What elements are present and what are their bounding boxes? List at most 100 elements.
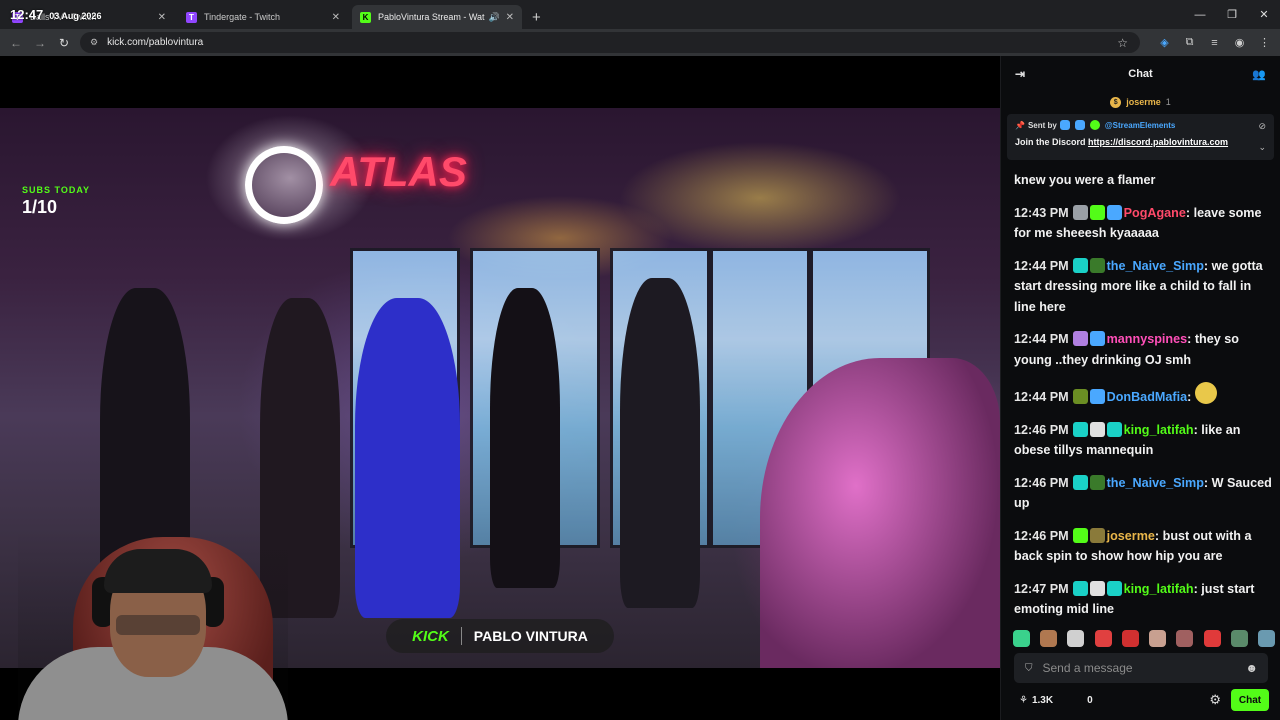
quick-emote-icon[interactable] bbox=[1257, 630, 1275, 647]
chat-settings-icon[interactable]: ⚙ bbox=[1209, 692, 1221, 708]
gift-coin-icon: $ bbox=[1110, 96, 1122, 108]
user-badge-icon bbox=[1072, 257, 1088, 273]
bookmark-star-icon[interactable]: ☆ bbox=[1117, 36, 1128, 50]
chat-message: 12:46 PM joserme: bust out with a back sp… bbox=[1014, 526, 1274, 567]
quick-emote-icon[interactable] bbox=[1149, 630, 1167, 647]
reload-icon[interactable]: ↻ bbox=[52, 36, 76, 50]
minimize-icon[interactable]: — bbox=[1184, 0, 1216, 29]
chat-footer: ⚘ 1.3K 0 ⚙ Chat bbox=[1001, 686, 1280, 714]
user-badge-icon bbox=[1072, 204, 1088, 220]
top-gifter-count: 1 bbox=[1165, 97, 1171, 107]
user-badge-icon bbox=[1089, 474, 1105, 490]
chat-send-button[interactable]: Chat bbox=[1231, 689, 1269, 711]
user-badge-icon bbox=[1072, 421, 1088, 437]
chat-message: 12:43 PM PogAgane: leave some for me shee… bbox=[1014, 203, 1274, 244]
quick-emote-icon[interactable] bbox=[1013, 630, 1030, 647]
user-badge-icon bbox=[1089, 257, 1105, 273]
message-username[interactable]: DonBadMafia bbox=[1107, 390, 1187, 404]
user-badge-icon bbox=[1089, 580, 1105, 596]
browser-tab-3-active[interactable]: K PabloVintura Stream - Wat 🔊 ✕ bbox=[352, 5, 522, 29]
chevron-down-icon[interactable]: ⌄ bbox=[1258, 142, 1266, 153]
channel-points[interactable]: 0 bbox=[1087, 695, 1093, 706]
subs-today-label: SUBS TODAY bbox=[22, 185, 91, 195]
message-username[interactable]: the_Naive_Simp bbox=[1107, 476, 1204, 490]
kebab-menu-icon[interactable]: ⋮ bbox=[1257, 36, 1272, 49]
maximize-icon[interactable]: ❐ bbox=[1216, 0, 1248, 29]
viewer-count: 1.3K bbox=[1031, 694, 1054, 706]
user-badge-icon bbox=[1072, 527, 1088, 543]
person-silhouette bbox=[490, 288, 560, 588]
message-time: 12:46 PM bbox=[1014, 528, 1069, 543]
browser-tab-2[interactable]: T Tindergate - Twitch ✕ bbox=[178, 5, 348, 29]
window-controls: — ❐ ✕ bbox=[1184, 0, 1280, 29]
message-username[interactable]: the_Naive_Simp bbox=[1107, 259, 1204, 273]
kick-favicon-icon: K bbox=[360, 11, 371, 23]
unpin-icon[interactable]: ⊘ bbox=[1258, 121, 1266, 132]
top-gifter-name: joserme bbox=[1126, 97, 1161, 107]
user-badge-icon bbox=[1072, 389, 1088, 404]
verified-icon bbox=[1089, 120, 1100, 130]
close-tab-icon[interactable]: ✕ bbox=[158, 12, 166, 23]
extension-icon[interactable]: ◈ bbox=[1157, 36, 1172, 49]
quick-emote-icon[interactable] bbox=[1203, 630, 1221, 647]
person-silhouette bbox=[355, 298, 460, 618]
chat-title: Chat bbox=[1128, 68, 1153, 80]
message-username[interactable]: joserme bbox=[1107, 529, 1155, 543]
pinned-message[interactable]: 📌 Sent by @StreamElements Join the Disco… bbox=[1007, 114, 1274, 160]
discord-link[interactable]: https://discord.pablovintura.com bbox=[1088, 137, 1228, 147]
message-colon: : bbox=[1203, 258, 1212, 273]
quick-emote-icon[interactable] bbox=[1230, 630, 1248, 647]
shield-icon: ⛉ bbox=[1025, 662, 1033, 674]
quick-emote-icon[interactable] bbox=[1040, 630, 1058, 647]
subs-today-count: 1/10 bbox=[22, 197, 58, 217]
tab-title: Tindergate - Twitch bbox=[204, 12, 281, 22]
message-time: 12:46 PM bbox=[1014, 475, 1069, 490]
collapse-chat-icon[interactable]: ⇥ bbox=[1015, 67, 1025, 81]
tab-title: PabloVintura Stream - Wat bbox=[378, 12, 485, 22]
browser-tab-strip: T Balls TV - Twitch ✕ T Tindergate - Twi… bbox=[0, 0, 1280, 29]
quick-emote-icon[interactable] bbox=[1094, 630, 1112, 647]
new-tab-button[interactable]: + bbox=[532, 5, 541, 29]
forward-icon[interactable]: → bbox=[28, 36, 52, 50]
site-info-icon[interactable]: ⚙ bbox=[90, 37, 98, 48]
media-control-icon[interactable]: ≡ bbox=[1207, 37, 1222, 49]
quick-emote-icon[interactable] bbox=[1067, 630, 1085, 647]
send-message-input[interactable]: ⛉ Send a message ☻ bbox=[1014, 653, 1268, 683]
emote-icon bbox=[1194, 382, 1217, 404]
message-colon: : bbox=[1187, 332, 1195, 346]
person-silhouette bbox=[620, 278, 700, 608]
video-player[interactable]: ATLAS SUBS TODAY 1/10 KICK PABLO VINTURA bbox=[0, 56, 1000, 720]
banner-divider bbox=[460, 627, 462, 645]
chat-users-icon[interactable]: 👥 bbox=[1252, 68, 1266, 81]
chat-message: 12:46 PM the_Naive_Simp: W Sauced up bbox=[1014, 473, 1274, 514]
chat-messages: knew you were a flamer 12:43 PM PogAgane: … bbox=[1014, 170, 1274, 632]
message-username[interactable]: mannyspines bbox=[1107, 332, 1188, 346]
chat-message: 12:47 PM king_latifah: just start emoting… bbox=[1014, 579, 1274, 620]
quick-emote-icon[interactable] bbox=[1121, 630, 1139, 647]
close-tab-icon[interactable]: ✕ bbox=[506, 12, 514, 23]
speaker-icon[interactable]: 🔊 bbox=[489, 12, 500, 23]
message-username[interactable]: king_latifah bbox=[1124, 582, 1194, 596]
message-username[interactable]: PogAgane bbox=[1124, 206, 1186, 220]
chat-message: 12:44 PM DonBadMafia: bbox=[1014, 382, 1274, 408]
sunglasses bbox=[116, 615, 200, 635]
top-gifter[interactable]: $ joserme 1 bbox=[1001, 92, 1280, 112]
puzzle-extensions-icon[interactable]: ⧉ bbox=[1182, 36, 1197, 49]
neon-circle-sign bbox=[245, 146, 323, 224]
message-time: 12:47 PM bbox=[1014, 581, 1069, 596]
message-colon: : bbox=[1185, 205, 1194, 220]
profile-icon[interactable]: ◉ bbox=[1232, 36, 1247, 49]
quick-emote-icon[interactable] bbox=[1176, 630, 1194, 647]
foreground-shoulder bbox=[760, 358, 1000, 668]
back-icon[interactable]: ← bbox=[4, 36, 28, 50]
pinned-sent-by: Sent by bbox=[1027, 120, 1057, 130]
pinned-author[interactable]: @StreamElements bbox=[1105, 121, 1176, 130]
pin-icon: 📌 bbox=[1015, 120, 1025, 130]
address-bar[interactable]: ⚙ kick.com/pablovintura ☆ bbox=[80, 32, 1140, 53]
message-username[interactable]: king_latifah bbox=[1124, 423, 1194, 437]
close-tab-icon[interactable]: ✕ bbox=[332, 12, 340, 23]
user-badge-icon bbox=[1089, 389, 1105, 404]
emoji-picker-icon[interactable]: ☻ bbox=[1245, 661, 1258, 675]
chat-header: ⇥ Chat 👥 bbox=[1001, 56, 1280, 92]
close-window-icon[interactable]: ✕ bbox=[1248, 0, 1280, 29]
